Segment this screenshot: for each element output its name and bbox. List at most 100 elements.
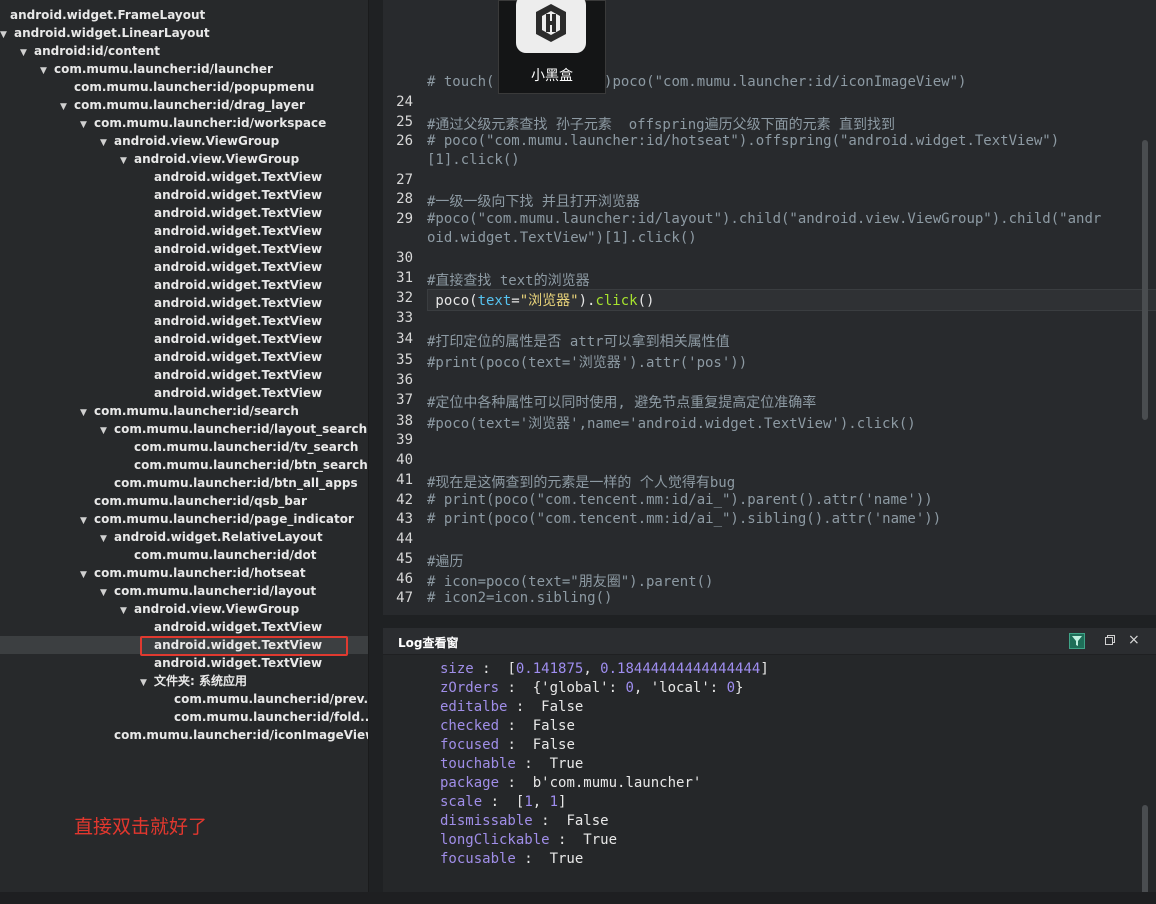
log-key: dismissable — [440, 813, 533, 829]
line-number: 40 — [396, 452, 413, 468]
log-value: [ — [507, 661, 516, 677]
line-number: 29 — [396, 211, 413, 227]
code-token: # icon=poco(text="朋友圈").parent() — [427, 574, 714, 590]
close-log-button[interactable]: × — [1128, 632, 1140, 648]
log-separator: : — [499, 718, 533, 734]
tree-node[interactable]: ▼ com.mumu.launcher:id/layout — [0, 582, 368, 600]
tree-node[interactable]: android.widget.TextView — [0, 312, 368, 330]
tree-node[interactable]: com.mumu.launcher:id/popupmenu — [0, 78, 368, 96]
tree-node[interactable]: com.mumu.launcher:id/qsb_bar — [0, 492, 368, 510]
log-separator: : — [499, 680, 533, 696]
tree-node[interactable]: ▼ android.view.ViewGroup — [0, 600, 368, 618]
tree-node-label: com.mumu.launcher:id/search — [94, 404, 299, 418]
log-value: 1 — [549, 794, 559, 810]
log-separator: : — [499, 737, 533, 753]
tree-node[interactable]: android.widget.TextView — [0, 276, 368, 294]
tree-node[interactable]: com.mumu.launcher:id/prev... — [0, 690, 368, 708]
tree-node-label: android.widget.TextView — [154, 170, 323, 184]
tree-node[interactable]: com.mumu.launcher:id/tv_search — [0, 438, 368, 456]
tree-node[interactable]: android.widget.TextView — [0, 384, 368, 402]
tree-node[interactable]: ▼ android.view.ViewGroup — [0, 150, 368, 168]
line-number: 41 — [396, 472, 413, 488]
tree-node[interactable]: ▼ com.mumu.launcher:id/search — [0, 402, 368, 420]
log-key: zOrders — [440, 680, 500, 696]
tree-node-label: com.mumu.launcher:id/layout — [114, 584, 317, 598]
tree-node[interactable]: ▼ android.widget.LinearLayout — [0, 24, 368, 42]
line-number: 39 — [396, 432, 413, 448]
tree-node-label: com.mumu.launcher:id/hotseat — [94, 566, 306, 580]
tree-node[interactable]: android.widget.TextView — [0, 204, 368, 222]
log-scrollbar[interactable] — [1142, 805, 1148, 892]
line-number: 44 — [396, 531, 413, 547]
code-line: #现在是这俩查到的元素是一样的 个人觉得有bug — [427, 472, 735, 492]
tree-node[interactable]: com.mumu.launcher:id/btn_search — [0, 456, 368, 474]
app-icon-card: 小黑盒 — [498, 0, 606, 94]
tree-node[interactable]: ▼ android.view.ViewGroup — [0, 132, 368, 150]
tree-node[interactable]: com.mumu.launcher:id/btn_all_apps — [0, 474, 368, 492]
tree-node-label: com.mumu.launcher:id/launcher — [54, 62, 273, 76]
tree-node[interactable]: ▼ android:id/content — [0, 42, 368, 60]
tree-node-label: com.mumu.launcher:id/page_indicator — [94, 512, 354, 526]
tree-node[interactable]: android.widget.TextView — [0, 222, 368, 240]
log-title: Log查看窗 — [398, 636, 459, 650]
restore-window-icon — [1105, 635, 1115, 645]
tree-node[interactable]: android.widget.TextView — [0, 186, 368, 204]
code-line: #通过父级元素查找 孙子元素 offspring遍历父级下面的元素 直到找到 — [427, 114, 895, 134]
log-value: , — [532, 794, 550, 810]
log-output[interactable]: size : [0.141875, 0.18444444444444444] zO… — [383, 655, 1156, 892]
tree-node[interactable]: ▼ com.mumu.launcher:id/launcher — [0, 60, 368, 78]
log-value: 0.141875 — [515, 661, 584, 677]
line-number: 46 — [396, 571, 413, 587]
code-token: = — [511, 293, 520, 309]
editor-scrollbar[interactable] — [1142, 140, 1148, 420]
tree-node[interactable]: android.widget.TextView — [0, 366, 368, 384]
line-number: 24 — [396, 94, 413, 110]
tree-node[interactable]: com.mumu.launcher:id/fold... — [0, 708, 368, 726]
log-key: longClickable — [440, 832, 550, 848]
code-token: #print(poco(text='浏览器').attr('pos')) — [427, 355, 748, 371]
tree-node-label: com.mumu.launcher:id/dot — [134, 548, 317, 562]
tree-node[interactable]: android.widget.TextView — [0, 294, 368, 312]
tree-node[interactable]: ▼ com.mumu.launcher:id/workspace — [0, 114, 368, 132]
code-token: #打印定位的属性是否 attr可以拿到相关属性值 — [427, 334, 730, 350]
tree-node[interactable]: ▼ 文件夹: 系统应用 — [0, 672, 368, 690]
tree-node-label: android.widget.TextView — [154, 314, 323, 328]
code-token: )poco("com.mumu.launcher:id/iconImageVie… — [604, 74, 967, 90]
tree-node[interactable]: android.widget.TextView — [0, 330, 368, 348]
tree-node[interactable]: android.widget.TextView — [0, 240, 368, 258]
code-token: text — [477, 293, 512, 309]
log-line: size : [0.141875, 0.18444444444444444] — [440, 661, 769, 677]
code-token: oid.widget.TextView")[1].click() — [427, 230, 697, 246]
log-line: longClickable : True — [440, 832, 617, 848]
float-window-button[interactable] — [1105, 635, 1117, 647]
line-number: 38 — [396, 413, 413, 429]
tree-node[interactable]: android.widget.TextView — [0, 168, 368, 186]
code-line: #打印定位的属性是否 attr可以拿到相关属性值 — [427, 331, 730, 351]
tree-node[interactable]: com.mumu.launcher:id/dot — [0, 546, 368, 564]
tree-node[interactable]: ▼ android.widget.RelativeLayout — [0, 528, 368, 546]
tree-node[interactable]: ▼ com.mumu.launcher:id/drag_layer — [0, 96, 368, 114]
log-separator: : — [499, 775, 533, 791]
tree-node[interactable]: com.mumu.launcher:id/iconImageView — [0, 726, 368, 744]
code-line: #定位中各种属性可以同时使用, 避免节点重复提高定位准确率 — [427, 392, 816, 412]
tree-node[interactable]: android.widget.FrameLayout — [0, 6, 368, 24]
tree-node[interactable]: android.widget.TextView — [0, 654, 368, 672]
code-line: # icon2=icon.sibling() — [427, 590, 612, 606]
log-value: True — [549, 851, 584, 867]
tree-node[interactable]: android.widget.TextView — [0, 258, 368, 276]
log-line: touchable : True — [440, 756, 583, 772]
filter-button[interactable] — [1069, 633, 1085, 649]
tree-node[interactable]: ▼ com.mumu.launcher:id/hotseat — [0, 564, 368, 582]
tree-node-label: android.widget.TextView — [154, 278, 323, 292]
code-line: [1].click() — [427, 152, 520, 168]
log-panel: Log查看窗 × size : [0.141875, 0.18444444444… — [383, 628, 1156, 892]
tree-node[interactable]: ▼ com.mumu.launcher:id/layout_search — [0, 420, 368, 438]
code-token: [1].click() — [427, 152, 520, 168]
tree-node[interactable]: android.widget.TextView — [0, 348, 368, 366]
app-name-label: 小黑盒 — [531, 68, 573, 84]
hierarchy-tree-panel: android.widget.FrameLayout ▼ android.widge… — [0, 0, 369, 904]
code-line: # icon=poco(text="朋友圈").parent() — [427, 571, 713, 591]
tree-node[interactable]: ▼ com.mumu.launcher:id/page_indicator — [0, 510, 368, 528]
tree-node-label: com.mumu.launcher:id/popupmenu — [74, 80, 315, 94]
tree-node[interactable]: android.widget.TextView — [0, 618, 368, 636]
